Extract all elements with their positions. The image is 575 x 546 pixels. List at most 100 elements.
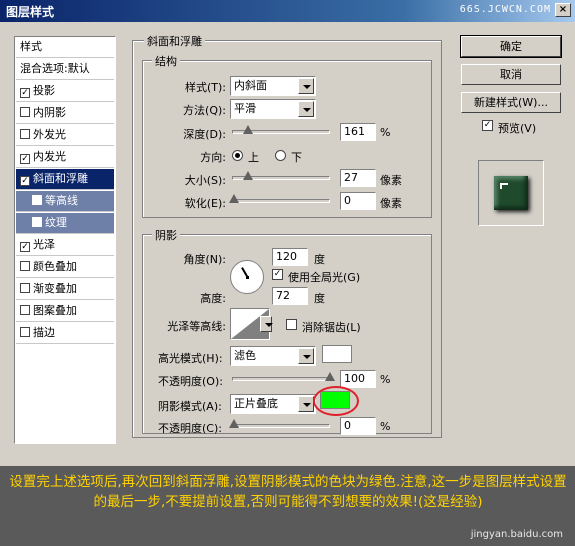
- close-icon[interactable]: ×: [555, 3, 571, 17]
- list-item-inner-shadow[interactable]: 内阴影: [16, 103, 114, 124]
- title-bar: 图层样式 66S.JCWCN.COM ×: [0, 0, 575, 22]
- antialias-checkbox[interactable]: [286, 319, 297, 330]
- angle-unit: 度: [314, 253, 325, 266]
- cancel-button[interactable]: 取消: [461, 64, 561, 85]
- list-header-styles[interactable]: 样式: [16, 37, 114, 58]
- preview-checkbox[interactable]: ✓: [482, 120, 493, 131]
- checkbox-icon[interactable]: ✓: [20, 154, 30, 164]
- caption-text: 设置完上述选项后,再次回到斜面浮雕,设置阴影模式的色块为绿色.注意,这一步是图层…: [9, 474, 567, 510]
- list-item-contour[interactable]: 等高线: [16, 191, 114, 212]
- list-item-gradient-overlay[interactable]: 渐变叠加: [16, 279, 114, 300]
- checkbox-icon[interactable]: [32, 195, 42, 205]
- checkbox-icon[interactable]: [20, 129, 30, 139]
- shadow-opacity-slider[interactable]: [229, 419, 330, 428]
- caption-site: jingyan.baidu.com: [470, 529, 563, 540]
- ok-button[interactable]: 确定: [460, 35, 562, 58]
- style-list: 样式 混合选项:默认 ✓ 投影 内阴影 外发光 ✓ 内发光 ✓ 斜面和浮雕 等高线 纹…: [14, 36, 116, 444]
- direction-down-radio[interactable]: [275, 150, 286, 161]
- soften-slider[interactable]: [229, 194, 330, 203]
- style-preview: [478, 160, 544, 226]
- slider-thumb[interactable]: [229, 194, 239, 203]
- window-title: 图层样式: [6, 5, 55, 19]
- depth-slider[interactable]: [232, 125, 330, 134]
- checkbox-icon[interactable]: ✓: [20, 242, 30, 252]
- chevron-down-icon[interactable]: [298, 78, 314, 94]
- highlight-opacity-slider[interactable]: [232, 372, 335, 381]
- chevron-down-icon[interactable]: [298, 101, 314, 117]
- checkbox-icon[interactable]: [20, 261, 30, 271]
- list-item-color-overlay[interactable]: 颜色叠加: [16, 257, 114, 278]
- global-light-label: 使用全局光(G): [288, 271, 361, 284]
- preview-swatch: [494, 176, 528, 210]
- checkbox-icon[interactable]: [20, 327, 30, 337]
- shadow-mode-select[interactable]: 正片叠底: [230, 394, 316, 414]
- checkbox-icon[interactable]: [20, 283, 30, 293]
- list-item-drop-shadow[interactable]: ✓ 投影: [16, 81, 114, 102]
- shadow-opacity-label: 不透明度(C):: [158, 422, 222, 435]
- style-label: 样式(T):: [184, 81, 226, 94]
- list-item-bevel-emboss[interactable]: ✓ 斜面和浮雕: [16, 169, 114, 190]
- checkbox-icon[interactable]: ✓: [20, 88, 30, 98]
- antialias-label: 消除锯齿(L): [302, 321, 361, 334]
- list-item-outer-glow[interactable]: 外发光: [16, 125, 114, 146]
- dialog-body: 样式 混合选项:默认 ✓ 投影 内阴影 外发光 ✓ 内发光 ✓ 斜面和浮雕 等高线 纹…: [0, 22, 575, 466]
- altitude-unit: 度: [314, 292, 325, 305]
- list-item-satin[interactable]: ✓ 光泽: [16, 235, 114, 256]
- annotation-circle: [313, 386, 359, 416]
- direction-up-radio[interactable]: [232, 150, 243, 161]
- highlight-mode-label: 高光模式(H):: [158, 352, 223, 365]
- highlight-color-swatch[interactable]: [322, 345, 352, 363]
- preview-label: 预览(V): [498, 122, 537, 135]
- angle-input[interactable]: 120: [272, 248, 308, 266]
- angle-dial[interactable]: [230, 260, 264, 294]
- altitude-input[interactable]: 72: [272, 287, 308, 305]
- shadow-opacity-unit: %: [380, 420, 391, 433]
- direction-up-label: 上: [248, 151, 259, 164]
- depth-input[interactable]: 161: [340, 123, 376, 141]
- checkbox-icon[interactable]: [20, 305, 30, 315]
- shading-title: 阴影: [152, 227, 180, 243]
- slider-thumb[interactable]: [325, 372, 335, 381]
- shadow-mode-label: 阴影模式(A):: [158, 400, 222, 413]
- style-select[interactable]: 内斜面: [230, 76, 316, 96]
- new-style-button[interactable]: 新建样式(W)...: [461, 92, 561, 113]
- direction-label: 方向:: [200, 151, 226, 164]
- slider-thumb[interactable]: [243, 125, 253, 134]
- chevron-down-icon[interactable]: [298, 396, 314, 412]
- list-item-texture[interactable]: 纹理: [16, 213, 114, 234]
- checkbox-icon[interactable]: [32, 217, 42, 227]
- list-item-inner-glow[interactable]: ✓ 内发光: [16, 147, 114, 168]
- highlight-opacity-input[interactable]: 100: [340, 370, 376, 388]
- direction-down-label: 下: [291, 151, 302, 164]
- watermark: 66S.JCWCN.COM: [459, 4, 551, 15]
- slider-thumb[interactable]: [243, 171, 253, 180]
- technique-select[interactable]: 平滑: [230, 99, 316, 119]
- bevel-group-title: 斜面和浮雕: [144, 33, 205, 49]
- shadow-opacity-input[interactable]: 0: [340, 417, 376, 435]
- global-light-checkbox[interactable]: ✓: [272, 269, 283, 280]
- structure-title: 结构: [152, 53, 180, 69]
- checkbox-icon[interactable]: [20, 107, 30, 117]
- size-slider[interactable]: [232, 171, 330, 180]
- checkbox-icon[interactable]: ✓: [20, 176, 30, 186]
- tutorial-caption: 设置完上述选项后,再次回到斜面浮雕,设置阴影模式的色块为绿色.注意,这一步是图层…: [0, 466, 575, 546]
- soften-input[interactable]: 0: [340, 192, 376, 210]
- slider-thumb[interactable]: [229, 419, 239, 428]
- soften-unit: 像素: [380, 197, 402, 210]
- chevron-down-icon[interactable]: [298, 348, 314, 364]
- list-item-blend-options[interactable]: 混合选项:默认: [16, 59, 114, 80]
- highlight-mode-select[interactable]: 滤色: [230, 346, 316, 366]
- list-item-stroke[interactable]: 描边: [16, 323, 114, 344]
- contour-dropdown[interactable]: [258, 314, 273, 334]
- altitude-label: 高度:: [200, 292, 226, 305]
- soften-label: 软化(E):: [184, 197, 226, 210]
- highlight-opacity-label: 不透明度(O):: [158, 375, 223, 388]
- size-input[interactable]: 27: [340, 169, 376, 187]
- gloss-contour-label: 光泽等高线:: [167, 320, 226, 333]
- depth-unit: %: [380, 126, 391, 139]
- size-label: 大小(S):: [184, 174, 226, 187]
- technique-label: 方法(Q):: [183, 104, 226, 117]
- depth-label: 深度(D):: [183, 128, 226, 141]
- list-item-pattern-overlay[interactable]: 图案叠加: [16, 301, 114, 322]
- chevron-down-icon[interactable]: [260, 316, 273, 332]
